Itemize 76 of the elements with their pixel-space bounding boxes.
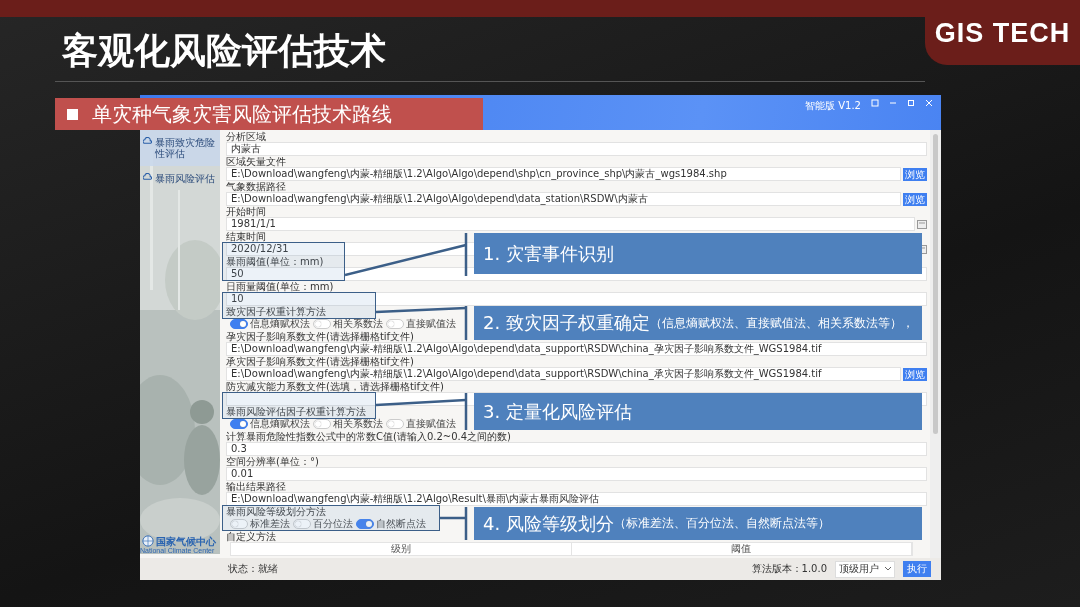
field-label: 区域矢量文件 <box>226 156 286 167</box>
field-label: 暴雨风险等级划分方法 <box>226 506 326 517</box>
sidebar-item[interactable]: 暴雨风险评估 <box>140 166 220 191</box>
chevron-icon <box>885 567 891 571</box>
input-field[interactable]: 内蒙古 <box>226 142 927 156</box>
toggle-switch[interactable] <box>293 519 311 529</box>
callout-tooltip: 4. 风险等级划分（标准差法、百分位法、自然断点法等） <box>474 507 922 540</box>
version-label: 智能版 V1.2 <box>805 99 861 113</box>
field-label: 气象数据路径 <box>226 181 286 192</box>
field-label: 结束时间 <box>226 231 266 242</box>
toggle-option[interactable]: 自然断点法 <box>356 517 426 531</box>
input-field[interactable]: 10 <box>226 292 927 306</box>
browse-button[interactable]: 浏览 <box>903 167 927 181</box>
toggle-option[interactable]: 信息熵赋权法 <box>230 417 310 431</box>
brand-logo: GIS TECH <box>925 0 1080 65</box>
toggle-switch[interactable] <box>386 319 404 329</box>
field-label: 暴雨阈值(单位：mm) <box>226 256 324 267</box>
field-label: 孕灾因子影响系数文件(请选择栅格tif文件) <box>226 331 415 342</box>
globe-icon <box>142 535 154 547</box>
toggle-option[interactable]: 百分位法 <box>293 517 353 531</box>
scrollbar[interactable] <box>930 130 941 558</box>
browse-button[interactable]: 浏览 <box>903 192 927 206</box>
browse-button[interactable]: 浏览 <box>903 367 927 381</box>
field-label: 计算暴雨危险性指数公式中的常数C值(请输入0.2~0.4之间的数) <box>226 431 511 442</box>
field-label: 空间分辨率(单位：°) <box>226 456 319 467</box>
leader-line <box>440 505 469 542</box>
sidebar-item[interactable]: 暴雨致灾危险性评估 <box>140 130 220 166</box>
field-label: 致灾因子权重计算方法 <box>226 306 326 317</box>
input-field[interactable]: E:\Download\wangfeng\内蒙-精细版\1.2\Algo\Algo\depend\shp\cn_province_shp\内蒙古_wgs1984.shp <box>226 167 901 181</box>
field-label: 防灾减灾能力系数文件(选填，请选择栅格tif文件) <box>226 381 445 392</box>
input-field[interactable]: E:\Download\wangfeng\内蒙-精细版\1.2\Algo\Result\暴雨\内蒙古暴雨风险评估 <box>226 492 927 506</box>
toggle-option[interactable]: 信息熵赋权法 <box>230 317 310 331</box>
toggle-option[interactable]: 相关系数法 <box>313 417 383 431</box>
toggle-switch[interactable] <box>230 419 248 429</box>
field-label: 输出结果路径 <box>226 481 286 492</box>
close-icon[interactable] <box>925 99 933 107</box>
field-label: 分析区域 <box>226 131 266 142</box>
toggle-switch[interactable] <box>356 519 374 529</box>
toggle-option[interactable]: 相关系数法 <box>313 317 383 331</box>
calendar-icon[interactable] <box>917 219 927 229</box>
input-field[interactable]: E:\Download\wangfeng\内蒙-精细版\1.2\Algo\Algo\depend\data_support\RSDW\china_孕灾因子影响系数文件_WGS1984.tif <box>226 342 927 356</box>
minimize-icon[interactable] <box>889 99 897 107</box>
toggle-switch[interactable] <box>386 419 404 429</box>
section-title: 单灾种气象灾害风险评估技术路线 <box>92 100 392 128</box>
callout-tooltip: 3. 定量化风险评估 <box>474 393 922 430</box>
cloud-icon <box>143 137 152 146</box>
field-label: 开始时间 <box>226 206 266 217</box>
cloud-icon <box>143 173 152 182</box>
field-label: 日雨量阈值(单位：mm) <box>226 281 334 292</box>
toggle-switch[interactable] <box>230 319 248 329</box>
input-field[interactable]: 0.01 <box>226 467 927 481</box>
input-field[interactable]: E:\Download\wangfeng\内蒙-精细版\1.2\Algo\Algo\depend\data_station\RSDW\内蒙古 <box>226 192 901 206</box>
toggle-switch[interactable] <box>313 419 331 429</box>
logo-name: 国家气候中心 <box>156 535 216 547</box>
algorithm-version: 算法版本：1.0.0 <box>751 562 827 576</box>
bullet-icon <box>67 108 78 120</box>
user-dropdown[interactable]: 顶级用户 <box>835 560 895 578</box>
callout-tooltip: 1. 灾害事件识别 <box>474 233 922 274</box>
column-header: 阈值 <box>731 543 752 555</box>
field-label: 自定义方法 <box>226 531 276 542</box>
input-field[interactable]: 1981/1/1 <box>226 217 915 231</box>
toggle-switch[interactable] <box>230 519 248 529</box>
toggle-option[interactable]: 直接赋值法 <box>386 317 456 331</box>
slide-title: 客观化风险评估技术 <box>62 29 387 73</box>
input-field[interactable]: E:\Download\wangfeng\内蒙-精细版\1.2\Algo\Algo\depend\data_support\RSDW\china_承灾因子影响系数文件_WGS1984.tif <box>226 367 901 381</box>
maximize-icon[interactable] <box>907 99 915 107</box>
toggle-option[interactable]: 直接赋值法 <box>386 417 456 431</box>
field-label: 暴雨风险评估因子权重计算方法 <box>226 406 366 417</box>
run-button[interactable]: 执行 <box>903 561 931 577</box>
input-field[interactable]: 0.3 <box>226 442 927 456</box>
toggle-option[interactable]: 标准差法 <box>230 517 290 531</box>
column-header: 级别 <box>390 543 411 555</box>
callout-tooltip: 2. 致灾因子权重确定（信息熵赋权法、直接赋值法、相关系数法等）， <box>474 306 922 340</box>
toggle-switch[interactable] <box>313 319 331 329</box>
field-label: 承灾因子影响系数文件(请选择栅格tif文件) <box>226 356 415 367</box>
status-text: 状态：就绪 <box>228 562 278 576</box>
